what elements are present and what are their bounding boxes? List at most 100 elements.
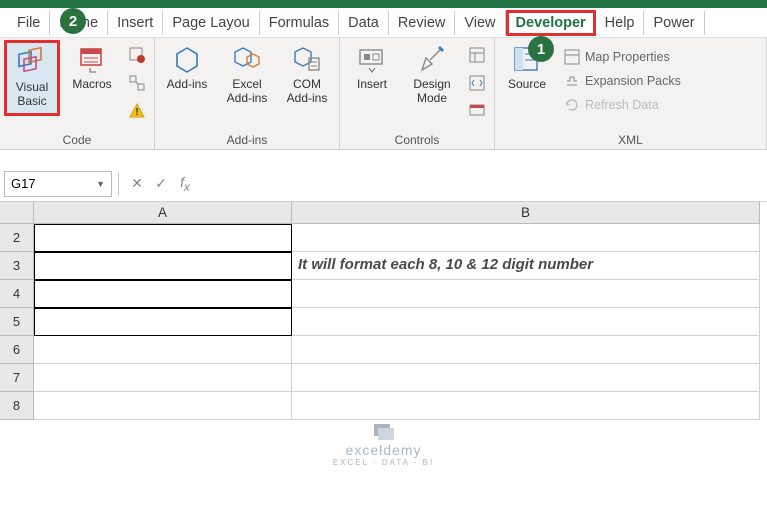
tab-developer[interactable]: Developer — [506, 10, 596, 36]
properties-icon — [468, 46, 486, 69]
cell-a7[interactable] — [34, 364, 292, 392]
cell-b3[interactable]: It will format each 8, 10 & 12 digit num… — [292, 252, 760, 280]
row-header-4[interactable]: 4 — [0, 280, 34, 308]
addins-label: Add-ins — [167, 78, 208, 92]
svg-text:!: ! — [135, 107, 138, 118]
row-header-6[interactable]: 6 — [0, 336, 34, 364]
macro-security-button[interactable]: ! — [124, 100, 150, 126]
cancel-button[interactable]: ✕ — [125, 172, 149, 196]
tab-power[interactable]: Power — [644, 11, 704, 35]
check-icon: ✓ — [155, 175, 167, 192]
group-code-label: Code — [4, 131, 150, 149]
com-addins-icon — [291, 44, 323, 76]
cell-a6[interactable] — [34, 336, 292, 364]
cell-a2[interactable] — [34, 224, 292, 252]
record-macro-button[interactable] — [124, 44, 150, 70]
group-xml-label: XML — [499, 131, 762, 149]
tab-page-layout[interactable]: Page Layou — [163, 11, 259, 35]
group-controls-label: Controls — [344, 131, 490, 149]
addins-icon — [171, 44, 203, 76]
com-addins-label: COM Add-ins — [281, 78, 333, 106]
visual-basic-label: Visual Basic — [9, 81, 55, 109]
visual-basic-button[interactable]: Visual Basic — [4, 40, 60, 116]
cell-a3[interactable] — [34, 252, 292, 280]
map-properties-button[interactable]: Map Properties — [559, 46, 685, 68]
tab-insert[interactable]: Insert — [108, 11, 163, 35]
refresh-data-label: Refresh Data — [585, 98, 659, 112]
callout-badge-1: 1 — [528, 36, 554, 62]
cell-b6[interactable] — [292, 336, 760, 364]
design-mode-icon — [416, 44, 448, 76]
excel-addins-icon — [231, 44, 263, 76]
refresh-data-button[interactable]: Refresh Data — [559, 94, 685, 116]
row-header-8[interactable]: 8 — [0, 392, 34, 420]
map-properties-icon — [563, 48, 581, 66]
tab-review[interactable]: Review — [389, 11, 456, 35]
cell-b7[interactable] — [292, 364, 760, 392]
enter-button[interactable]: ✓ — [149, 172, 173, 196]
addins-button[interactable]: Add-ins — [159, 40, 215, 96]
tab-view[interactable]: View — [455, 11, 505, 35]
logo-tagline: EXCEL · DATA · BI — [333, 458, 434, 467]
design-mode-label: Design Mode — [406, 78, 458, 106]
cell-a5[interactable] — [34, 308, 292, 336]
cell-b5[interactable] — [292, 308, 760, 336]
select-all-corner[interactable] — [0, 202, 34, 224]
use-relative-refs-button[interactable] — [124, 72, 150, 98]
run-dialog-icon — [468, 102, 486, 125]
source-label: Source — [508, 78, 546, 92]
insert-control-label: Insert — [357, 78, 387, 92]
com-addins-button[interactable]: COM Add-ins — [279, 40, 335, 110]
cell-a4[interactable] — [34, 280, 292, 308]
fx-icon: fx — [180, 174, 190, 194]
ribbon: Visual Basic Macros ! Code Add-ins — [0, 38, 767, 150]
row-header-2[interactable]: 2 — [0, 224, 34, 252]
run-dialog-button[interactable] — [464, 100, 490, 126]
menu-bar: File Home Insert Page Layou Formulas Dat… — [0, 8, 767, 38]
group-addins-label: Add-ins — [159, 131, 335, 149]
x-icon: ✕ — [131, 175, 143, 192]
cell-b2[interactable] — [292, 224, 760, 252]
expansion-packs-label: Expansion Packs — [585, 74, 681, 88]
tab-file[interactable]: File — [8, 11, 50, 35]
formula-bar: G17 ▼ ✕ ✓ fx — [0, 166, 767, 202]
group-addins: Add-ins Excel Add-ins COM Add-ins Add-in… — [155, 38, 340, 149]
column-header-a[interactable]: A — [34, 202, 292, 224]
callout-badge-2: 2 — [60, 8, 86, 34]
properties-button[interactable] — [464, 44, 490, 70]
map-properties-label: Map Properties — [585, 50, 670, 64]
view-code-button[interactable] — [464, 72, 490, 98]
warning-icon: ! — [128, 102, 146, 125]
cell-b8[interactable] — [292, 392, 760, 420]
macros-button[interactable]: Macros — [64, 40, 120, 96]
record-icon — [128, 46, 146, 69]
insert-control-button[interactable]: Insert — [344, 40, 400, 96]
excel-addins-label: Excel Add-ins — [221, 78, 273, 106]
tab-formulas[interactable]: Formulas — [260, 11, 339, 35]
formula-input[interactable] — [197, 171, 763, 197]
group-code: Visual Basic Macros ! Code — [0, 38, 155, 149]
excel-addins-button[interactable]: Excel Add-ins — [219, 40, 275, 110]
title-bar — [0, 0, 767, 8]
group-controls: Insert Design Mode Controls — [340, 38, 495, 149]
row-header-7[interactable]: 7 — [0, 364, 34, 392]
macros-icon — [76, 44, 108, 76]
refresh-icon — [563, 96, 581, 114]
design-mode-button[interactable]: Design Mode — [404, 40, 460, 110]
insert-control-icon — [356, 44, 388, 76]
row-header-3[interactable]: 3 — [0, 252, 34, 280]
worksheet-grid: A B 2 3 It will format each 8, 10 & 12 d… — [0, 202, 767, 420]
tab-help[interactable]: Help — [596, 11, 645, 35]
fx-button[interactable]: fx — [173, 172, 197, 196]
name-box-value: G17 — [11, 176, 36, 191]
column-header-b[interactable]: B — [292, 202, 760, 224]
cell-b4[interactable] — [292, 280, 760, 308]
relative-refs-icon — [128, 74, 146, 97]
row-header-5[interactable]: 5 — [0, 308, 34, 336]
chevron-down-icon: ▼ — [96, 179, 105, 189]
cell-a8[interactable] — [34, 392, 292, 420]
separator — [118, 172, 119, 196]
tab-data[interactable]: Data — [339, 11, 389, 35]
name-box[interactable]: G17 ▼ — [4, 171, 112, 197]
expansion-packs-button[interactable]: Expansion Packs — [559, 70, 685, 92]
